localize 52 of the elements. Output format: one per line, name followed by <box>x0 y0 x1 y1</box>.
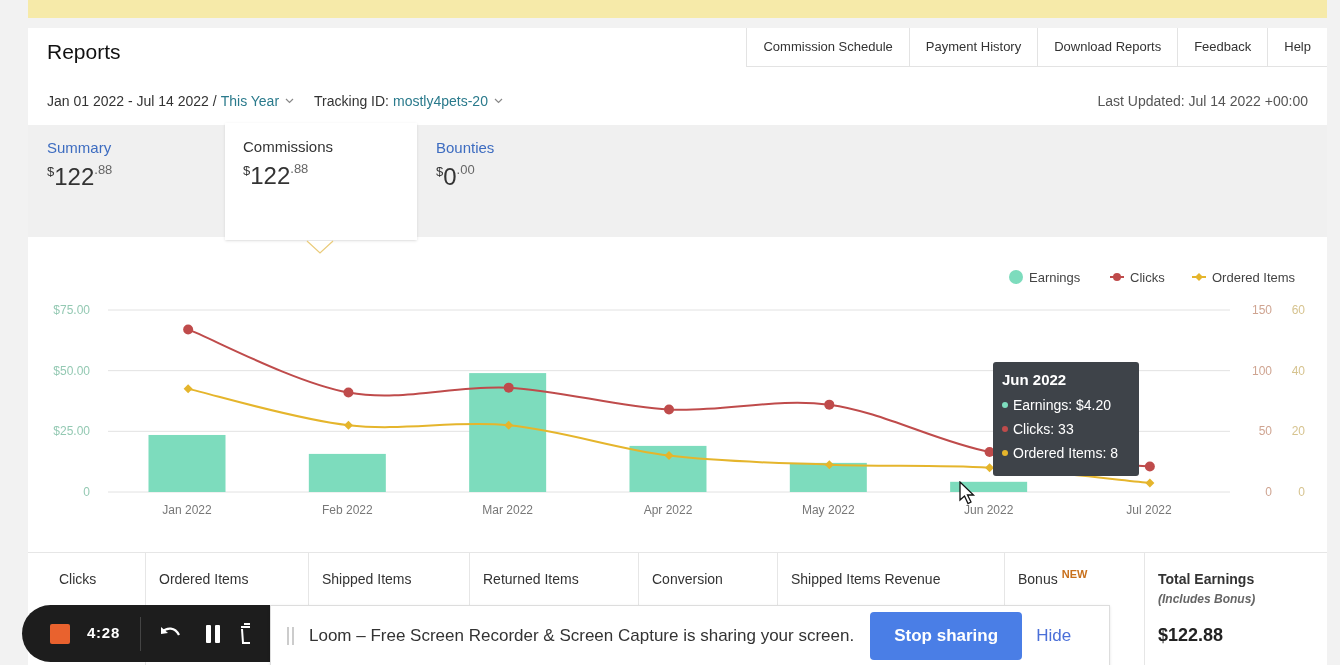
axis-tick-label: 40 <box>1291 363 1305 378</box>
axis-category-label: Jul 2022 <box>1126 503 1172 517</box>
legend-label: Earnings <box>1029 270 1081 285</box>
axis-tick-label: $50.00 <box>53 363 90 378</box>
column-header: Shipped Items <box>322 570 412 589</box>
tooltip-row-text: Ordered Items: 8 <box>1013 443 1119 463</box>
axis-tick-label: $25.00 <box>53 424 90 439</box>
tracking-label: Tracking ID: <box>314 91 389 111</box>
axis-tick-label: 150 <box>1251 303 1272 317</box>
column-header: Shipped Items Revenue <box>791 570 941 589</box>
total-earnings-value: $122.88 <box>1158 624 1225 647</box>
column-header: Ordered Items <box>159 570 249 589</box>
axis-category-label: Feb 2022 <box>321 503 373 517</box>
page-title: Reports <box>47 41 121 65</box>
column-header: Conversion <box>652 570 723 589</box>
tooltip-row-text: Clicks: 33 <box>1013 419 1074 439</box>
axis-category-label: Mar 2022 <box>482 503 533 517</box>
nav-link[interactable]: Help <box>1267 28 1327 66</box>
nav-link[interactable]: Feedback <box>1177 28 1268 66</box>
tracking-id-dropdown[interactable]: mostly4pets-20 <box>393 90 503 112</box>
axis-tick-label: 0 <box>1298 485 1305 499</box>
legend-label: Ordered Items <box>1212 270 1296 285</box>
period-dropdown[interactable]: This Year <box>220 90 295 112</box>
axis-tick-label: 0 <box>1265 485 1272 499</box>
axis-category-label: May 2022 <box>801 503 855 517</box>
legend-label: Clicks <box>1130 270 1165 285</box>
nav-link[interactable]: Payment History <box>908 28 1038 66</box>
hide-link[interactable]: Hide <box>1036 623 1072 649</box>
column-header: Bonus <box>1018 570 1058 589</box>
axis-tick-label: $75.00 <box>53 303 90 317</box>
date-range: Jan 01 2022 - Jul 14 2022 / <box>47 91 217 111</box>
tooltip-row-text: Earnings: $4.20 <box>1013 395 1112 415</box>
axis-category-label: Jun 2022 <box>963 503 1014 517</box>
stop-sharing-button[interactable]: Stop sharing <box>870 612 1023 660</box>
column-header: Returned Items <box>483 570 579 589</box>
recording-time: 4:28 <box>87 623 121 644</box>
last-updated: Last Updated: Jul 14 2022 +00:00 <box>1097 91 1308 111</box>
axis-tick-label: 60 <box>1291 303 1305 317</box>
axis-tick-label: 50 <box>1258 424 1272 439</box>
nav-link[interactable]: Commission Schedule <box>746 28 909 66</box>
axis-category-label: Jan 2022 <box>162 503 212 517</box>
column-header: Clicks <box>59 570 97 589</box>
tooltip-title: Jun 2022 <box>1002 372 1068 387</box>
axis-tick-label: 20 <box>1291 424 1305 439</box>
column-note: (Includes Bonus) <box>1158 591 1257 608</box>
axis-category-label: Apr 2022 <box>643 503 693 517</box>
column-header: Total Earnings <box>1158 570 1256 589</box>
nav-link[interactable]: Download Reports <box>1037 28 1178 66</box>
axis-tick-label: 0 <box>83 485 90 499</box>
axis-tick-label: 100 <box>1251 363 1272 378</box>
new-label: NEW <box>1061 567 1088 582</box>
sharing-message: Loom – Free Screen Recorder & Screen Capture is sharing your screen. <box>309 625 855 648</box>
